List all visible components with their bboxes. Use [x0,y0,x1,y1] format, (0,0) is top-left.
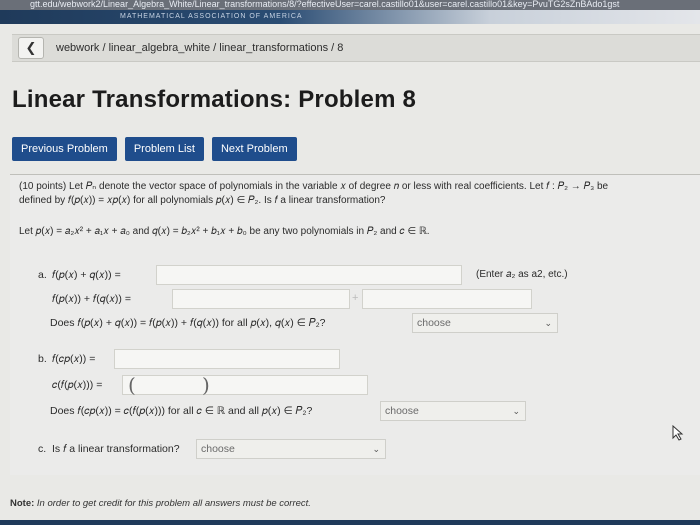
part-a-second-image-input[interactable] [362,289,532,309]
browser-url: gtt.edu/webwork2/Linear_Algebra_White/Li… [30,0,620,9]
chevron-down-icon: ⌄ [372,444,380,454]
part-b-scalar-multiple-label: 𝑐(𝑓(𝑝(𝑥))) = [52,379,103,391]
part-b-question: Does 𝑓(𝑐𝑝(𝑥)) = 𝑐(𝑓(𝑝(𝑥))) for all 𝑐 ∈ ℝ… [50,405,313,417]
note-label: Note: [10,498,35,509]
part-a-sum-label: 𝑓(𝑝(𝑥) + 𝑞(𝑥)) = [52,269,121,281]
back-button[interactable]: ❮ [18,37,44,59]
banner-text: MATHEMATICAL ASSOCIATION OF AMERICA [120,13,303,20]
problem-list-button[interactable]: Problem List [124,137,204,161]
problem-note: Note: In order to get credit for this pr… [10,498,311,509]
chevron-down-icon: ⌄ [512,406,520,416]
part-c-select-value: choose [201,443,235,455]
part-c-select[interactable]: choose ⌄ [196,439,386,459]
part-b-scalar-input[interactable] [122,375,368,395]
chevron-down-icon: ⌄ [544,318,552,328]
mouse-cursor-icon [672,425,684,441]
part-c-label: c. [38,443,47,455]
breadcrumb-bar: ❮ webwork / linear_algebra_white / linea… [12,34,700,62]
part-b-select-value: choose [385,405,419,417]
part-a-sum-input[interactable] [156,265,462,285]
problem-statement-line-2: defined by 𝑓(𝑝(𝑥)) = 𝑥𝑝(𝑥) for all polyn… [19,195,386,206]
breadcrumb: webwork / linear_algebra_white / linear_… [56,42,344,54]
open-paren: ( [128,373,136,397]
problem-statement-line-3: Let 𝑝(𝑥) = 𝑎₂𝑥² + 𝑎₁𝑥 + 𝑎₀ and 𝑞(𝑥) = 𝑏₂… [19,226,430,237]
part-b-scaled-label: 𝑓(𝑐𝑝(𝑥)) = [52,353,96,365]
part-b-label: b. [38,353,47,365]
site-banner: MATHEMATICAL ASSOCIATION OF AMERICA [0,10,700,24]
problem-nav: Previous Problem Problem List Next Probl… [12,137,297,161]
problem-statement-line-1: (10 points) Let 𝑃ₙ denote the vector spa… [19,181,609,192]
part-a-hint: (Enter 𝑎₂ as a2, etc.) [476,269,568,280]
part-a-select-value: choose [417,317,451,329]
problem-body: (10 points) Let 𝑃ₙ denote the vector spa… [10,174,700,475]
note-text: In order to get credit for this problem … [36,498,311,509]
previous-problem-button[interactable]: Previous Problem [12,137,117,161]
part-a-label: a. [38,269,47,281]
part-a-question: Does 𝑓(𝑝(𝑥) + 𝑞(𝑥)) = 𝑓(𝑝(𝑥)) + 𝑓(𝑞(𝑥)) … [50,317,326,329]
part-b-scaled-input[interactable] [114,349,340,369]
part-b-select[interactable]: choose ⌄ [380,401,526,421]
part-a-sum-of-images-label: 𝑓(𝑝(𝑥)) + 𝑓(𝑞(𝑥)) = [52,293,131,305]
part-c-question: Is 𝑓 a linear transformation? [52,443,180,455]
part-a-first-image-input[interactable] [172,289,350,309]
part-a-select[interactable]: choose ⌄ [412,313,558,333]
next-problem-button[interactable]: Next Problem [211,137,297,161]
browser-url-bar[interactable]: gtt.edu/webwork2/Linear_Algebra_White/Li… [0,0,700,10]
bottom-strip [0,520,700,525]
chevron-left-icon: ❮ [25,40,37,55]
page-title: Linear Transformations: Problem 8 [12,86,417,113]
close-paren: ) [202,373,210,397]
plus-sign: + [352,292,359,304]
